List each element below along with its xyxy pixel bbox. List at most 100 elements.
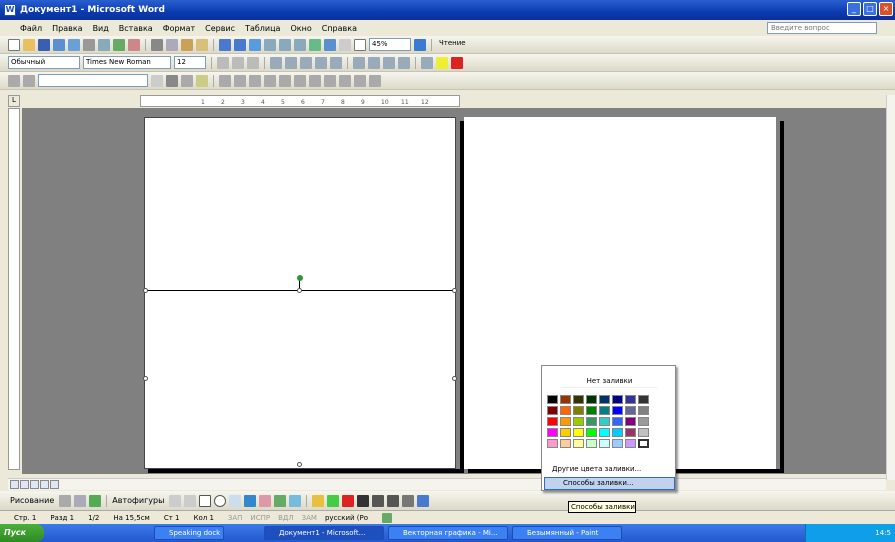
outside-border-icon[interactable] bbox=[181, 74, 193, 87]
wordart-icon[interactable] bbox=[244, 494, 257, 507]
color-swatch[interactable] bbox=[560, 395, 571, 404]
align-cell-icon[interactable] bbox=[264, 74, 276, 87]
status-ext[interactable]: ВДЛ bbox=[278, 514, 294, 522]
color-swatch[interactable] bbox=[573, 395, 584, 404]
font-select[interactable]: Times New Roman bbox=[83, 56, 171, 69]
decrease-indent-icon[interactable] bbox=[383, 56, 395, 69]
color-swatch[interactable] bbox=[612, 439, 623, 448]
menu-window[interactable]: Окно bbox=[290, 24, 311, 33]
status-ovr[interactable]: ЗАМ bbox=[302, 514, 317, 522]
color-swatch[interactable] bbox=[573, 417, 584, 426]
undo-icon[interactable] bbox=[219, 38, 231, 51]
shading-color-icon[interactable] bbox=[196, 74, 208, 87]
color-swatch[interactable] bbox=[586, 439, 597, 448]
color-swatch[interactable] bbox=[612, 417, 623, 426]
highlight-icon[interactable] bbox=[436, 56, 448, 69]
text-direction-icon[interactable] bbox=[324, 74, 336, 87]
color-swatch[interactable] bbox=[547, 428, 558, 437]
select-objects-icon[interactable] bbox=[59, 494, 72, 507]
table-autoformat-icon[interactable] bbox=[309, 74, 321, 87]
distribute-columns-icon[interactable] bbox=[294, 74, 306, 87]
print-icon[interactable] bbox=[83, 38, 95, 51]
menu-tools[interactable]: Сервис bbox=[205, 24, 235, 33]
align-right-icon[interactable] bbox=[300, 56, 312, 69]
resize-handle[interactable] bbox=[297, 288, 302, 293]
reading-view-icon[interactable] bbox=[50, 480, 59, 489]
line-style-select[interactable] bbox=[38, 74, 148, 87]
dash-style-icon[interactable] bbox=[372, 494, 385, 507]
sort-ascending-icon[interactable] bbox=[339, 74, 351, 87]
diagram-icon[interactable] bbox=[259, 494, 272, 507]
color-swatch[interactable] bbox=[612, 406, 623, 415]
menu-insert[interactable]: Вставка bbox=[119, 24, 153, 33]
color-swatch[interactable] bbox=[560, 406, 571, 415]
color-swatch[interactable] bbox=[573, 428, 584, 437]
spelling-status-icon[interactable] bbox=[382, 512, 393, 523]
color-swatch[interactable] bbox=[599, 395, 610, 404]
shadow-style-icon[interactable] bbox=[402, 494, 415, 507]
insert-excel-icon[interactable] bbox=[294, 38, 306, 51]
line-style-icon[interactable] bbox=[357, 494, 370, 507]
redo-icon[interactable] bbox=[234, 38, 246, 51]
permission-icon[interactable] bbox=[53, 38, 65, 51]
distribute-rows-icon[interactable] bbox=[279, 74, 291, 87]
task-vector-graphics[interactable]: Векторная графика - Mi... bbox=[388, 526, 508, 540]
tab-selector[interactable]: L bbox=[8, 95, 20, 107]
zoom-select[interactable]: 45% bbox=[369, 38, 411, 51]
hyperlink-icon[interactable] bbox=[249, 38, 261, 51]
color-swatch[interactable] bbox=[638, 428, 649, 437]
color-swatch[interactable] bbox=[560, 439, 571, 448]
textbox-tool-icon[interactable] bbox=[229, 494, 242, 507]
no-fill-option[interactable]: Нет заливки bbox=[562, 374, 657, 388]
resize-handle[interactable] bbox=[143, 288, 148, 293]
columns-icon[interactable] bbox=[309, 38, 321, 51]
insert-table-icon[interactable] bbox=[279, 38, 291, 51]
rotation-handle[interactable] bbox=[297, 275, 303, 281]
save-icon[interactable] bbox=[38, 38, 50, 51]
rotate-icon[interactable] bbox=[74, 494, 87, 507]
color-swatch[interactable] bbox=[547, 395, 558, 404]
font-size-select[interactable]: 12 bbox=[174, 56, 206, 69]
menu-format[interactable]: Формат bbox=[163, 24, 195, 33]
task-paint[interactable]: Безымянный - Paint bbox=[512, 526, 622, 540]
border-icon[interactable] bbox=[421, 56, 433, 69]
vertical-scrollbar[interactable] bbox=[886, 95, 895, 480]
eraser-icon[interactable] bbox=[23, 74, 35, 87]
color-swatch[interactable] bbox=[599, 428, 610, 437]
paste-icon[interactable] bbox=[181, 38, 193, 51]
help-question-input[interactable]: Введите вопрос bbox=[767, 22, 877, 34]
print-preview-icon[interactable] bbox=[98, 38, 110, 51]
color-swatch[interactable] bbox=[625, 428, 636, 437]
normal-view-icon[interactable] bbox=[10, 480, 19, 489]
outline-view-icon[interactable] bbox=[40, 480, 49, 489]
3d-style-icon[interactable] bbox=[417, 494, 430, 507]
line-spacing-icon[interactable] bbox=[330, 56, 342, 69]
format-painter-icon[interactable] bbox=[196, 38, 208, 51]
align-left-icon[interactable] bbox=[270, 56, 282, 69]
color-swatch[interactable] bbox=[560, 417, 571, 426]
help-icon[interactable] bbox=[414, 38, 426, 51]
autoshape-icon[interactable] bbox=[89, 494, 102, 507]
color-swatch[interactable] bbox=[612, 395, 623, 404]
color-swatch[interactable] bbox=[586, 406, 597, 415]
open-folder-icon[interactable] bbox=[23, 38, 35, 51]
bullets-icon[interactable] bbox=[368, 56, 380, 69]
read-mode-button[interactable]: Чтение bbox=[437, 38, 487, 51]
color-swatch[interactable] bbox=[586, 428, 597, 437]
rectangle-tool-icon[interactable] bbox=[199, 494, 212, 507]
line-weight-icon[interactable] bbox=[151, 74, 163, 87]
spelling-icon[interactable] bbox=[113, 38, 125, 51]
color-swatch[interactable] bbox=[560, 428, 571, 437]
color-swatch[interactable] bbox=[599, 417, 610, 426]
line-tool-icon[interactable] bbox=[169, 494, 182, 507]
split-cells-icon[interactable] bbox=[249, 74, 261, 87]
show-formatting-icon[interactable] bbox=[354, 38, 366, 51]
color-swatch[interactable] bbox=[547, 439, 558, 448]
resize-handle[interactable] bbox=[297, 462, 302, 467]
horizontal-ruler[interactable]: 1 2 3 4 5 6 7 8 9 10 11 12 bbox=[140, 95, 460, 107]
menu-help[interactable]: Справка bbox=[322, 24, 357, 33]
merge-cells-icon[interactable] bbox=[234, 74, 246, 87]
draw-font-color-icon[interactable] bbox=[342, 494, 355, 507]
fill-color-icon[interactable] bbox=[312, 494, 325, 507]
italic-icon[interactable] bbox=[232, 56, 244, 69]
